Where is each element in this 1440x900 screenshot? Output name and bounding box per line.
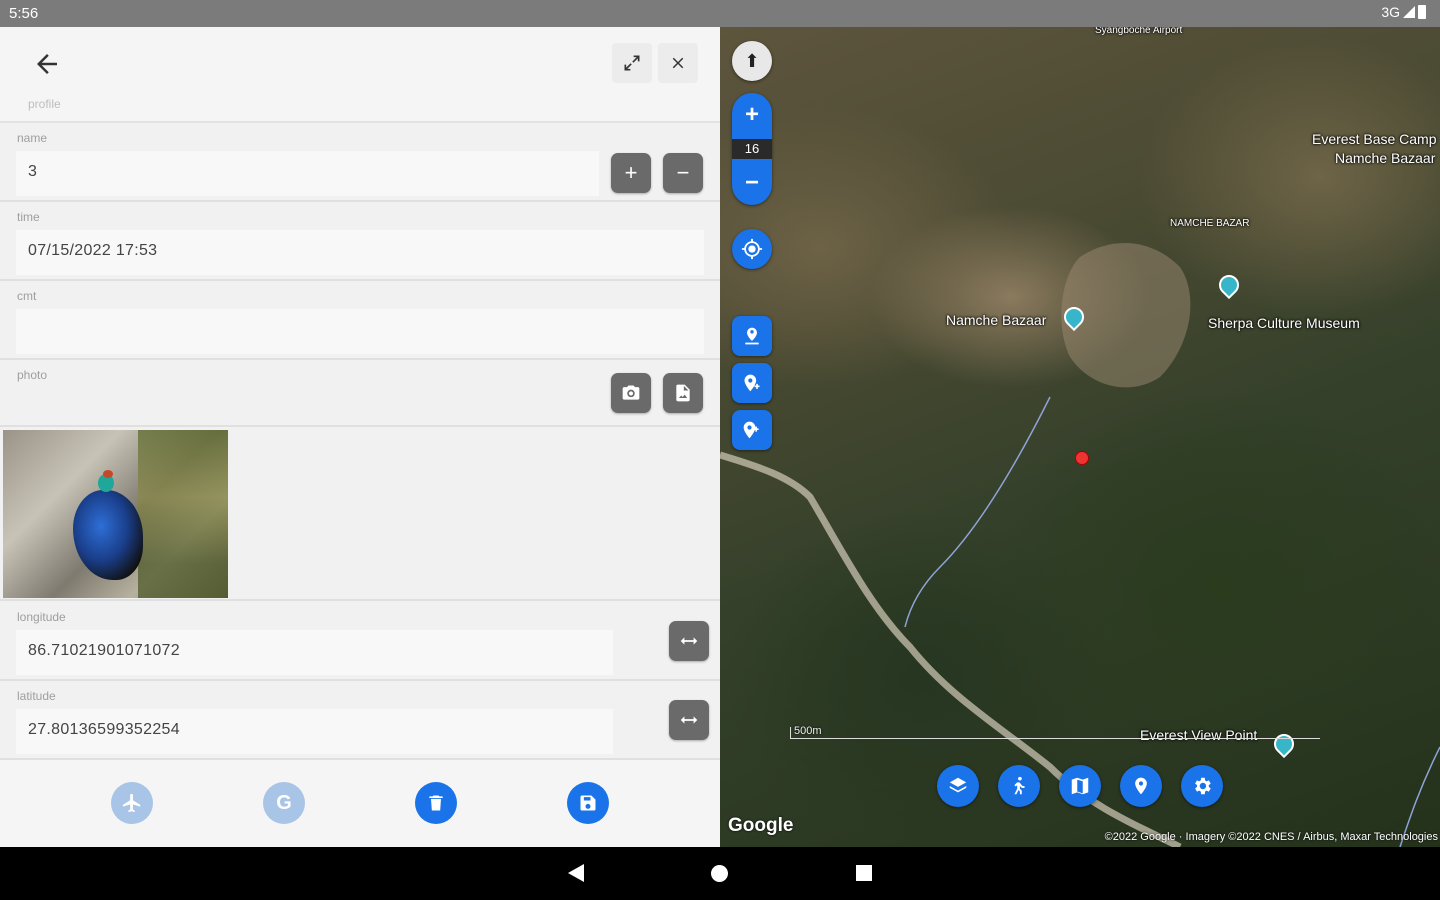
layers-icon[interactable] [937,765,979,807]
signal-icon [1403,6,1415,18]
longitude-input[interactable]: 86.71021901071072 [16,630,613,675]
walk-icon[interactable] [998,765,1040,807]
photo-label: photo [17,368,48,382]
longitude-field-row: longitude 86.71021901071072 [0,602,720,681]
nav-home-icon[interactable] [711,865,728,882]
swap-horizontal-icon[interactable] [669,700,709,740]
map-label-namche-bazar-small: NAMCHE BAZAR [1170,218,1250,229]
zoom-in-button[interactable]: + [732,95,772,135]
status-time: 5:56 [9,5,39,22]
time-input[interactable]: 07/15/2022 17:53 [16,230,704,275]
trash-icon[interactable] [415,782,457,824]
photo-field-row: photo [0,360,720,427]
photo-area [0,427,720,601]
map-label-sherpa-museum: Sherpa Culture Museum [1208,315,1360,331]
expand-icon[interactable] [612,43,652,83]
map-label-everest-base-camp: Everest Base Camp [1312,131,1437,147]
nav-recents-icon[interactable] [856,865,872,881]
map-icon[interactable] [1059,765,1101,807]
map-attribution: ©2022 Google · Imagery ©2022 CNES / Airb… [1104,831,1438,843]
map-label-top: Syangboche Airport [1095,27,1183,36]
nav-back-icon[interactable] [568,864,584,882]
panel-toolbar: profile [0,27,720,123]
save-icon[interactable] [567,782,609,824]
arrow-left-icon[interactable] [32,49,62,79]
settings-icon[interactable] [1181,765,1223,807]
name-label: name [17,131,48,145]
compass-icon[interactable]: ⬆ [732,41,772,81]
cmt-label: cmt [17,289,37,303]
name-field-row: name 3 + − [0,123,720,202]
my-location-icon[interactable] [732,229,772,269]
name-input[interactable]: 3 [16,151,599,196]
battery-icon [1418,5,1426,19]
zoom-out-button[interactable]: − [732,163,772,203]
add-waypoint-icon[interactable] [732,410,772,450]
photo-foliage [138,430,228,598]
time-label: time [17,210,40,224]
person-pin-icon[interactable] [732,316,772,356]
google-button[interactable]: G [263,782,305,824]
pin-icon[interactable] [1120,765,1162,807]
waypoint-marker[interactable] [1075,451,1089,465]
cmt-input[interactable] [16,309,704,354]
latitude-input[interactable]: 27.80136599352254 [16,709,613,754]
photo-bird-crest [103,470,113,478]
close-icon[interactable] [658,43,698,83]
map-terrain [720,243,1440,847]
time-field-row: time 07/15/2022 17:53 [0,202,720,281]
cmt-field-row: cmt [0,281,720,360]
increment-button[interactable]: + [611,153,651,193]
waypoint-detail-panel: profile name 3 + − time 07/15/2022 17:53… [0,27,720,847]
system-nav-bar [0,847,1440,900]
map-label-namche-bazaar-top: Namche Bazaar [1335,150,1436,166]
map-scale-label: 500m [794,725,822,737]
add-location-icon[interactable] [732,363,772,403]
bottom-action-bar: G [0,760,720,847]
latitude-field-row: latitude 27.80136599352254 [0,681,720,760]
photo-bird-body [73,490,143,580]
file-image-icon[interactable] [663,373,703,413]
zoom-level: 16 [732,139,772,159]
camera-icon[interactable] [611,373,651,413]
status-icons: 3G [1381,4,1426,20]
google-logo: Google [728,815,794,836]
longitude-label: longitude [17,610,66,624]
satellite-map[interactable]: Syangboche Airport Everest Base Camp Nam… [720,27,1440,847]
bird-photo[interactable] [3,430,228,598]
map-scale-bar [790,727,1320,739]
decrement-button[interactable]: − [663,153,703,193]
latitude-label: latitude [17,689,56,703]
map-label-namche-bazaar: Namche Bazaar [946,312,1047,328]
airplane-icon[interactable] [111,782,153,824]
profile-label: profile [28,97,61,111]
network-type: 3G [1381,4,1400,20]
status-bar: 5:56 3G [0,0,1440,27]
swap-horizontal-icon[interactable] [669,621,709,661]
